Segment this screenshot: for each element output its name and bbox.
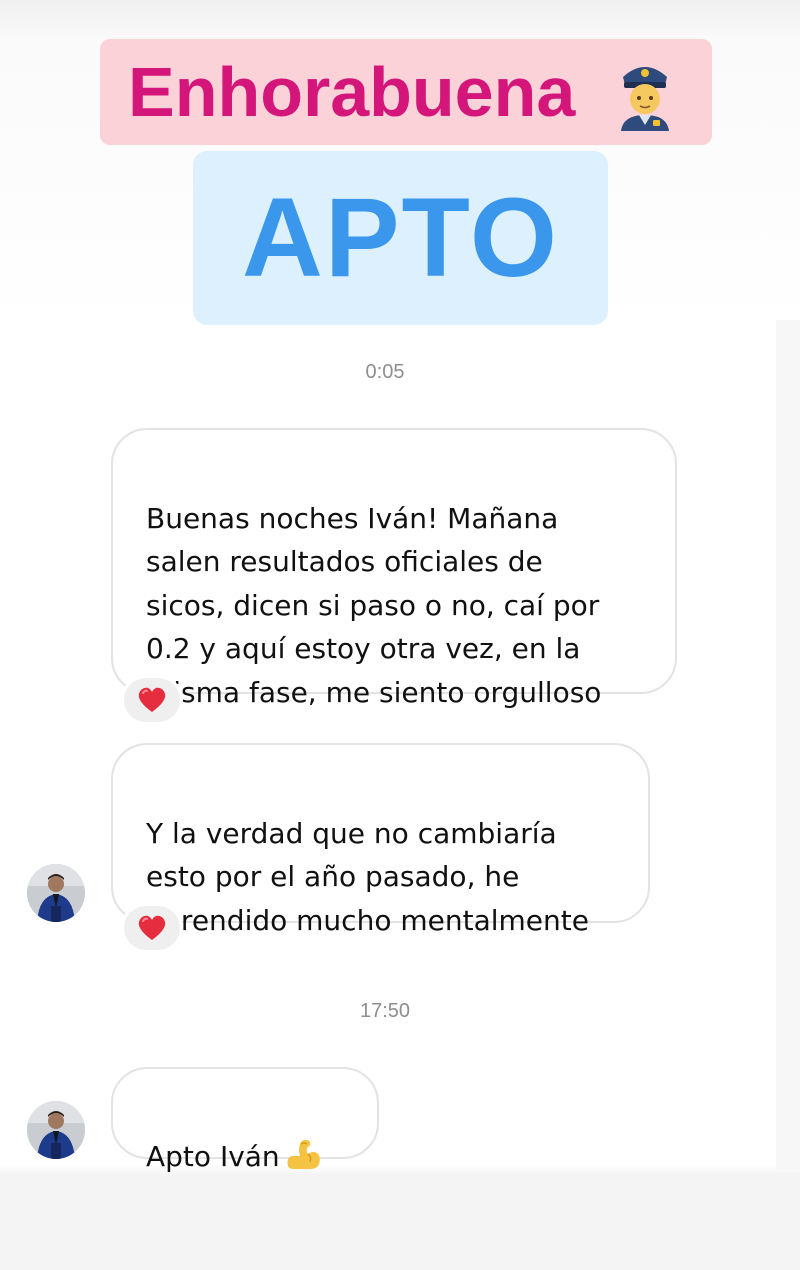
- result-text: APTO: [241, 175, 560, 300]
- profile-photo-icon: [27, 864, 85, 922]
- timestamp: 17:50: [359, 1000, 411, 1022]
- message-text: Buenas noches Iván! Mañana salen resulta…: [146, 501, 602, 709]
- profile-photo-icon: [27, 1101, 85, 1159]
- result-sticker[interactable]: APTO: [193, 151, 608, 325]
- message-bubble[interactable]: Y la verdad que no cambiaría esto por el…: [111, 743, 650, 937]
- congrats-text: Enhorabuena: [128, 53, 576, 131]
- story-screen: Enhorabuena APTO 0:05 Buenas noches Iván…: [0, 0, 800, 1270]
- avatar[interactable]: [27, 864, 85, 922]
- avatar[interactable]: [27, 1101, 85, 1159]
- message-text: Apto Iván: [146, 1139, 280, 1173]
- background-strip: [776, 320, 800, 1170]
- congrats-sticker[interactable]: Enhorabuena: [100, 39, 712, 145]
- timestamp: 0:05: [365, 361, 405, 383]
- police-officer-icon: [621, 67, 669, 131]
- message-bubble[interactable]: Buenas noches Iván! Mañana salen resulta…: [111, 428, 677, 709]
- reaction-badge[interactable]: [121, 675, 183, 725]
- flexed-biceps-icon: [287, 1139, 320, 1169]
- message-bubble[interactable]: Apto Iván: [111, 1067, 379, 1173]
- red-heart-icon: [138, 915, 166, 940]
- red-heart-icon: [138, 687, 166, 712]
- reaction-badge[interactable]: [121, 903, 183, 953]
- message-text: Y la verdad que no cambiaría esto por el…: [146, 816, 589, 937]
